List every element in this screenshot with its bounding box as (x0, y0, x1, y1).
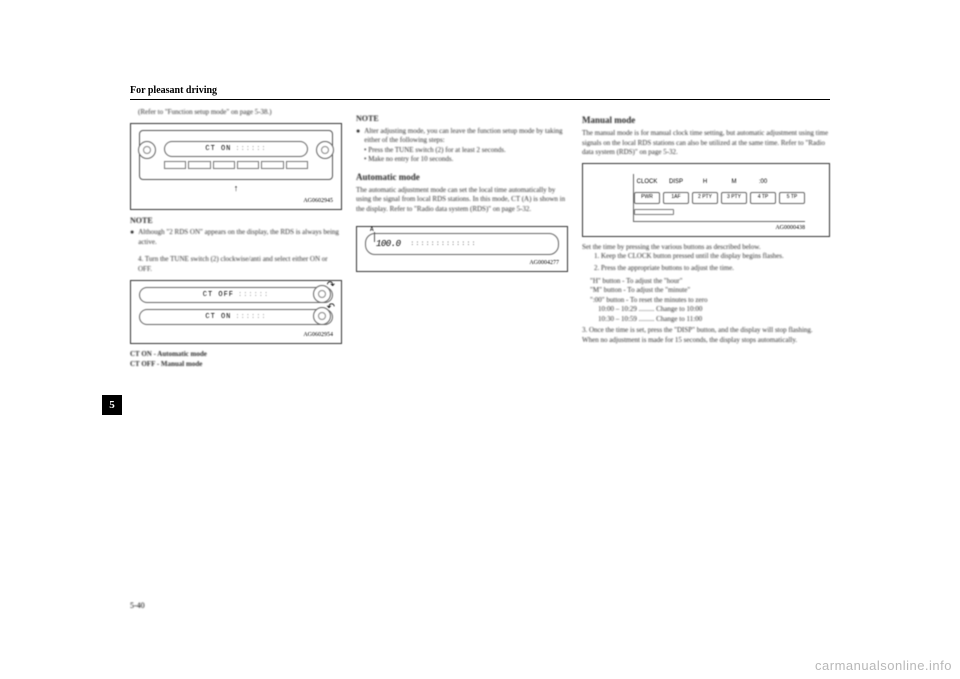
manual-mode-text: The manual mode is for manual clock time… (582, 129, 830, 157)
figure-code: AG0602954 (139, 331, 333, 339)
lcd-display: CT ON :::::: (164, 141, 308, 157)
chapter-tab: 5 (102, 395, 122, 415)
step-2: 2. Press the appropriate buttons to adju… (594, 264, 830, 273)
panel-button-pwr: PWR (634, 192, 660, 204)
rotate-arrow-icon: ↶ (327, 301, 335, 315)
panel-button-4: 4 TP (750, 192, 776, 204)
label-clock: CLOCK (634, 178, 660, 186)
range-2: 10:30 – 10:59 ......... Change to 11:00 (590, 315, 830, 324)
rotate-arrow-icon: ↷ (327, 279, 335, 293)
figure-display-freq: A 100.0 ::::::::::::: AG0004277 (356, 226, 568, 272)
step-1: 1. Keep the CLOCK button pressed until t… (594, 252, 830, 261)
heading-automatic: Automatic mode (356, 171, 568, 183)
note-text: Alter adjusting mode, you can leave the … (364, 127, 568, 146)
figure-clock-buttons: CLOCK DISP H M :00 PWR 1AF 2 PTY 3 PTY 4… (582, 163, 830, 236)
column-1: (Refer to "Function setup mode" on page … (130, 108, 342, 369)
manual-steps: 1. Keep the CLOCK button pressed until t… (582, 252, 830, 273)
heading-manual: Manual mode (582, 114, 830, 126)
section-header: For pleasant driving (130, 85, 830, 100)
auto-mode-text: The automatic adjustment mode can set th… (356, 186, 568, 214)
figure-ct-on-off: CT OFF :::::: ↷ CT ON :::::: ↶ AG0602954 (130, 280, 342, 344)
panel-button-5: 5 TP (779, 192, 805, 204)
label-disp: DISP (663, 178, 689, 186)
manual-intro: Set the time by pressing the various but… (582, 243, 830, 252)
note-label: NOTE (130, 216, 342, 227)
button-m-desc: "M" button - To adjust the "minute" (590, 286, 830, 295)
button-00-desc: ":00" button - To reset the minutes to z… (590, 296, 830, 305)
a-callout-line (374, 232, 375, 242)
panel-button-1: 1AF (663, 192, 689, 204)
lcd-text: CT ON (205, 313, 231, 322)
figure-code: AG0602945 (139, 197, 333, 205)
panel-button (213, 161, 235, 169)
button-h-desc: "H" button - To adjust the "hour" (590, 277, 830, 286)
figure-code: AG0000438 (633, 224, 805, 232)
note-sub1: • Press the TUNE switch (2) for at least… (356, 146, 568, 155)
step-3: 3. Once the time is set, press the "DISP… (582, 326, 830, 345)
panel-button (188, 161, 210, 169)
manual-page: For pleasant driving 5 (Refer to "Functi… (130, 85, 830, 610)
note-text: Although "2 RDS ON" appears on the displ… (138, 228, 342, 247)
frequency-value: 100.0 (376, 238, 401, 250)
note-sub2: • Make no entry for 10 seconds. (356, 155, 568, 164)
step-4: 4. Turn the TUNE switch (2) clockwise/an… (130, 255, 342, 274)
page-number: 5-40 (130, 601, 145, 610)
label-m: M (721, 178, 747, 186)
lcd-placeholder: :::::: (235, 313, 266, 322)
panel-button (261, 161, 283, 169)
lcd-display-on: CT ON :::::: (139, 309, 333, 325)
panel-button (237, 161, 259, 169)
watermark: carmanualsonline.info (815, 658, 952, 673)
figure-ct-on-panel: CT ON :::::: ↑ AG0602945 (130, 123, 342, 209)
column-3: Manual mode The manual mode is for manua… (582, 108, 830, 369)
lcd-placeholder: :::::: (235, 145, 266, 154)
lcd-text: CT ON (205, 145, 231, 154)
caption-ct-off: CT OFF - Manual mode (130, 360, 342, 369)
lcd-placeholder: :::::: (238, 291, 269, 300)
panel-button-2: 2 PTY (692, 192, 718, 204)
lcd-text: CT OFF (203, 291, 234, 300)
lcd-display-off: CT OFF :::::: (139, 287, 333, 303)
refer-text: (Refer to "Function setup mode" on page … (130, 108, 342, 117)
panel-button (286, 161, 308, 169)
arrow-up-icon: ↑ (139, 182, 333, 194)
bullet-icon: ● (130, 228, 134, 247)
display-dots: ::::::::::::: (411, 240, 477, 248)
range-1: 10:00 – 10:29 ......... Change to 10:00 (590, 305, 830, 314)
caption-ct-on: CT ON - Automatic mode (130, 350, 342, 359)
label-zero: :00 (750, 178, 776, 186)
panel-button (164, 161, 186, 169)
tune-knob-icon (316, 141, 334, 159)
column-2: NOTE ●Alter adjusting mode, you can leav… (356, 108, 568, 369)
figure-code: AG0004277 (365, 259, 559, 267)
bullet-icon: ● (356, 127, 360, 146)
panel-button-3: 3 PTY (721, 192, 747, 204)
note-label: NOTE (356, 114, 568, 125)
slot-icon (634, 209, 674, 215)
vol-knob-icon (138, 141, 156, 159)
label-h: H (692, 178, 718, 186)
